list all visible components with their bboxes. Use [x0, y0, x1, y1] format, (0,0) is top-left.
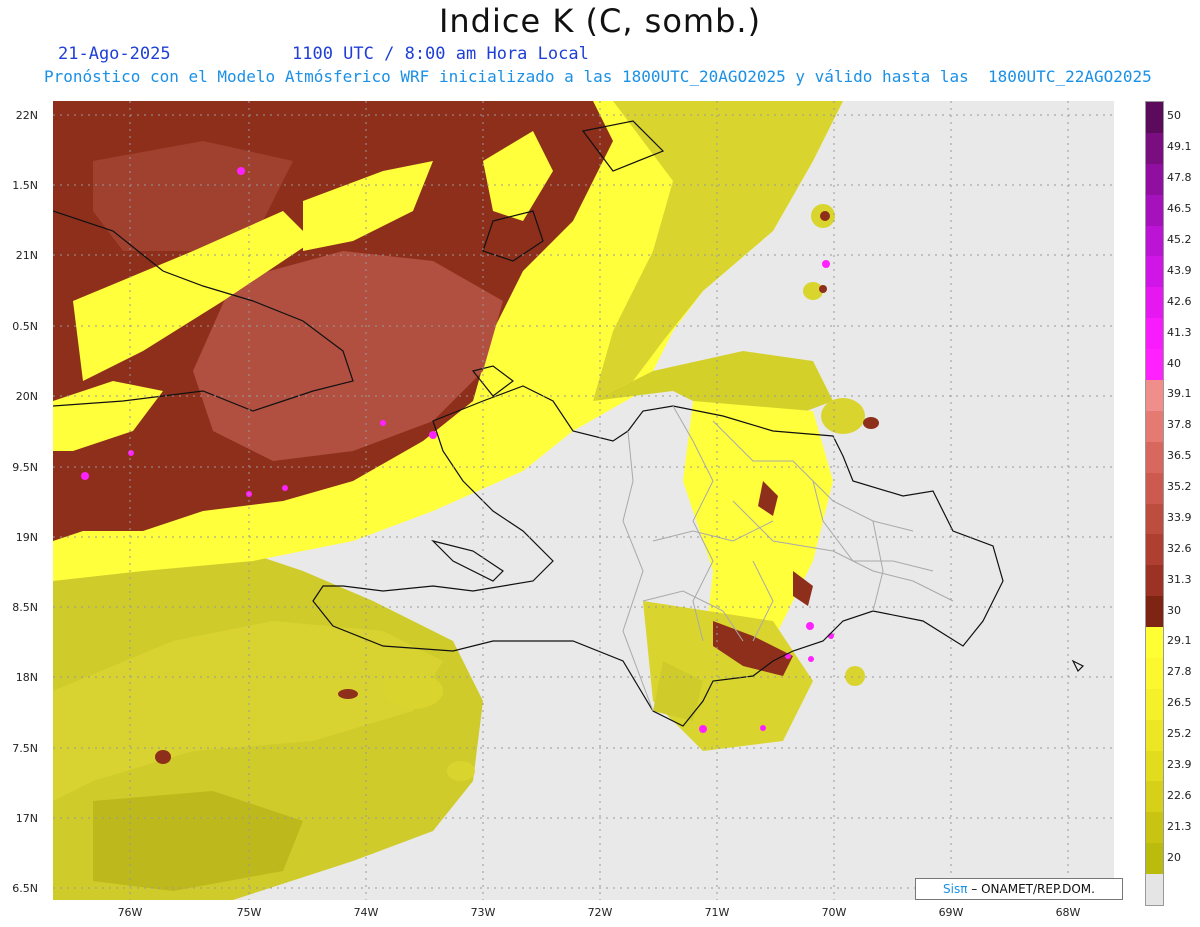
colorbar-label: 35.2	[1167, 480, 1192, 494]
cell-brown-6	[819, 285, 827, 293]
colorbar-segment	[1146, 565, 1163, 597]
lon-label-73w: 73W	[470, 906, 496, 919]
colorbar-segment	[1146, 812, 1163, 844]
lon-label-68w: 68W	[1055, 906, 1081, 919]
cell-brown-8	[155, 750, 171, 764]
colorbar-segment	[1146, 194, 1163, 227]
lat-label-18n: 18N	[15, 671, 38, 684]
cell-olive-6	[845, 666, 865, 686]
colorbar-label: 32.6	[1167, 541, 1192, 555]
cell-brown-5	[820, 211, 830, 221]
lat-label-21n: 21N	[15, 249, 38, 262]
colorbar-label: 31.3	[1167, 572, 1192, 586]
colorbar-segment	[1146, 596, 1163, 628]
colorbar-segment	[1146, 132, 1163, 165]
lon-label-75w: 75W	[236, 906, 262, 919]
colorbar-label: 50	[1167, 109, 1181, 123]
lon-label-72w: 72W	[587, 906, 613, 919]
colorbar-segment	[1146, 256, 1163, 288]
colorbar-label: 26.5	[1167, 696, 1192, 710]
cell-brown-7	[338, 689, 358, 699]
lon-label-74w: 74W	[353, 906, 379, 919]
colorbar-segment	[1146, 102, 1163, 134]
map-panel	[53, 101, 1114, 900]
colorbar-label: 49.1	[1167, 140, 1192, 154]
date-label: 21-Ago-2025	[58, 44, 171, 64]
cell-olive-3	[821, 398, 865, 434]
colorbar-segment	[1146, 163, 1163, 196]
lat-label-16-5n: 6.5N	[12, 882, 38, 895]
colorbar-segment	[1146, 225, 1163, 257]
colorbar-label: 47.8	[1167, 171, 1192, 185]
colorbar-segment	[1146, 688, 1163, 721]
colorbar-segment	[1146, 410, 1163, 443]
lat-label-21-5n: 1.5N	[12, 179, 38, 192]
colorbar-segment	[1146, 843, 1163, 875]
colorbar-segment	[1146, 441, 1163, 474]
lat-label-17-5n: 7.5N	[12, 742, 38, 755]
lat-label-19n: 19N	[15, 531, 38, 544]
colorbar-segment	[1146, 781, 1163, 813]
cell-olive-7	[383, 673, 443, 709]
lat-label-20n: 20N	[15, 390, 38, 403]
colorbar-label: 22.6	[1167, 788, 1192, 802]
colorbar-segment	[1146, 534, 1163, 566]
colorbar-label: 46.5	[1167, 202, 1192, 216]
lon-label-69w: 69W	[938, 906, 964, 919]
colorbar-label: 27.8	[1167, 665, 1192, 679]
forecast-info: Pronóstico con el Modelo Atmósferico WRF…	[44, 67, 1152, 86]
colorbar-label: 36.5	[1167, 449, 1192, 463]
lon-label-70w: 70W	[821, 906, 847, 919]
colorbar-segment	[1146, 874, 1163, 906]
colorbar-label: 42.6	[1167, 294, 1192, 308]
colorbar-segment	[1146, 349, 1163, 381]
credit-box: Sisπ – ONAMET/REP.DOM.	[915, 878, 1123, 900]
colorbar-label: 40	[1167, 356, 1181, 370]
colorbar-label: 33.9	[1167, 510, 1192, 524]
colorbar-label: 45.2	[1167, 232, 1192, 246]
colorbar-label: 20	[1167, 850, 1181, 864]
map-svg	[53, 101, 1114, 900]
colorbar-segment	[1146, 627, 1163, 659]
cell-olive-8	[447, 761, 475, 781]
colorbar-segment	[1146, 657, 1163, 690]
credit-logo: Sisπ	[943, 882, 968, 896]
chart-title: Indice K (C, somb.)	[438, 2, 762, 40]
colorbar-label: 29.1	[1167, 634, 1192, 648]
lon-label-71w: 71W	[704, 906, 730, 919]
cell-brown-4	[863, 417, 879, 429]
clear-area-ne	[813, 101, 1114, 401]
colorbar-label: 43.9	[1167, 263, 1192, 277]
colorbar-label: 21.3	[1167, 819, 1192, 833]
lat-label-22n: 22N	[15, 109, 38, 122]
colorbar-label: 25.2	[1167, 727, 1192, 741]
colorbar-label: 41.3	[1167, 325, 1192, 339]
colorbar	[1145, 101, 1164, 906]
colorbar-segment	[1146, 750, 1163, 782]
colorbar-segment	[1146, 503, 1163, 535]
colorbar-label: 23.9	[1167, 758, 1192, 772]
lat-label-17n: 17N	[15, 812, 38, 825]
colorbar-segment	[1146, 719, 1163, 752]
lat-label-18-5n: 8.5N	[12, 601, 38, 614]
colorbar-label: 30	[1167, 603, 1181, 617]
lon-label-76w: 76W	[117, 906, 143, 919]
colorbar-label: 37.8	[1167, 418, 1192, 432]
colorbar-segment	[1146, 379, 1163, 412]
credit-text: – ONAMET/REP.DOM.	[971, 882, 1095, 896]
lat-label-20-5n: 0.5N	[12, 320, 38, 333]
colorbar-segment	[1146, 287, 1163, 319]
colorbar-label: 39.1	[1167, 387, 1192, 401]
lat-label-19-5n: 9.5N	[12, 461, 38, 474]
colorbar-segment	[1146, 472, 1163, 504]
time-label: 1100 UTC / 8:00 am Hora Local	[292, 44, 589, 64]
colorbar-segment	[1146, 318, 1163, 350]
